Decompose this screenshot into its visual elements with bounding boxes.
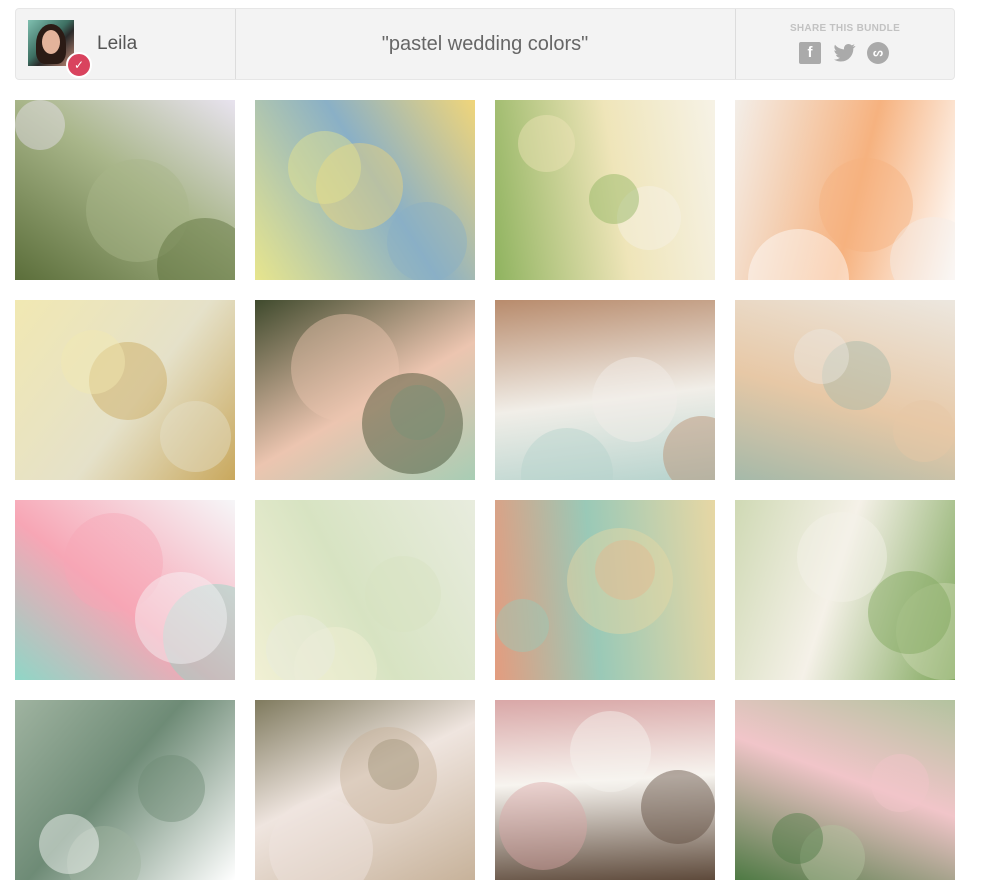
photo-detail (362, 373, 463, 474)
photo-detail (365, 556, 441, 632)
photo-tassel-garland[interactable] (15, 500, 235, 680)
photo-macaron-box[interactable] (255, 100, 475, 280)
photo-detail (871, 754, 929, 812)
photo-detail (518, 115, 575, 172)
stumbleupon-icon[interactable]: ᔕ (867, 42, 889, 64)
photo-detail (387, 202, 467, 280)
photo-detail (521, 428, 613, 480)
photo-detail (868, 571, 951, 654)
photo-bridesmaids[interactable] (255, 300, 475, 480)
photo-detail (340, 727, 437, 824)
photo-invitation[interactable] (495, 700, 715, 880)
photo-couple-balloons[interactable] (15, 100, 235, 280)
photo-detail (15, 100, 65, 150)
photo-mason-jars[interactable] (255, 500, 475, 680)
photo-yellow-balloons[interactable] (15, 300, 235, 480)
verified-badge-icon: ✓ (66, 52, 92, 78)
bundle-title: "pastel wedding colors" (381, 33, 589, 55)
photo-vintage-car[interactable] (15, 700, 235, 880)
photo-detail (138, 755, 205, 822)
photo-detail (641, 770, 715, 844)
photo-bridal-bouquet[interactable] (735, 300, 955, 480)
photo-detail (567, 528, 673, 634)
photo-detail (893, 400, 955, 462)
photo-couple-swing[interactable] (735, 500, 955, 680)
twitter-icon[interactable] (833, 42, 856, 64)
photo-bride-bouquet[interactable] (495, 100, 715, 280)
share-panel: SHARE THIS BUNDLE f ᔕ (736, 9, 954, 79)
photo-detail (135, 572, 227, 664)
photo-detail (160, 401, 231, 472)
facebook-icon[interactable]: f (799, 42, 821, 64)
photo-paper-lanterns[interactable] (495, 300, 715, 480)
photo-bow-ties[interactable] (495, 500, 715, 680)
photo-detail (797, 512, 887, 602)
photo-detail (592, 357, 677, 442)
photo-detail (266, 615, 335, 680)
share-icons: f ᔕ (799, 42, 899, 66)
bundle-title-cell: "pastel wedding colors" (235, 9, 736, 79)
photo-detail (499, 782, 587, 870)
avatar-face (42, 30, 60, 54)
photo-detail (772, 813, 823, 864)
photo-detail (288, 131, 361, 204)
photo-detail (663, 416, 715, 480)
photo-pastel-cake[interactable] (735, 100, 955, 280)
photo-detail (39, 814, 99, 874)
photo-detail (61, 330, 125, 394)
share-label: SHARE THIS BUNDLE (789, 23, 901, 34)
photo-pink-shoes[interactable] (735, 700, 955, 880)
photo-detail (570, 711, 651, 792)
photo-detail (794, 329, 849, 384)
user-info: ✓ Leila (16, 9, 236, 79)
photo-detail (589, 174, 639, 224)
bundle-header: ✓ Leila "pastel wedding colors" SHARE TH… (15, 8, 955, 80)
user-name[interactable]: Leila (97, 33, 137, 55)
photo-detail (496, 599, 549, 652)
photo-flower-bouquet[interactable] (255, 700, 475, 880)
